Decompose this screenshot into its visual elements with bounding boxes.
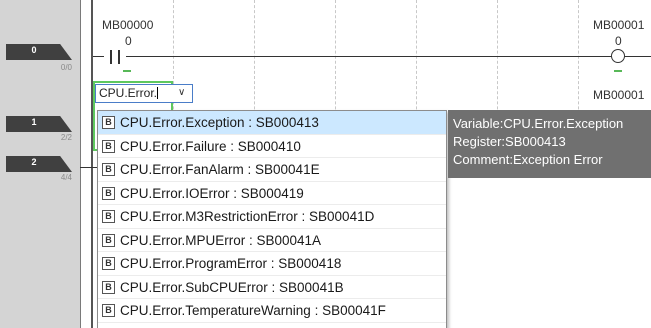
rung-number: 2 [31,157,37,167]
autocomplete-item[interactable]: B CPU.Error.Failure : SB000410 [98,135,446,158]
autocomplete-item[interactable]: B CPU.Error.IOError : SB000419 [98,182,446,205]
autocomplete-item[interactable]: B CPU.Error.ProgramError : SB000418 [98,252,446,276]
autocomplete-item-label: CPU.Error.TemperatureWarning : SB00041F [120,303,386,318]
coil-status-indicator [614,70,622,72]
bit-variable-icon: B [102,186,115,200]
contact-status-indicator [123,70,131,72]
bit-variable-icon: B [102,304,115,317]
autocomplete-dropdown[interactable]: B CPU.Error.Exception : SB000413 B CPU.E… [97,110,447,328]
bit-variable-icon: B [102,139,115,153]
coil-current-value: 0 [615,34,622,48]
coil-icon[interactable] [611,49,625,63]
ladder-left-rail [91,0,93,328]
contact-current-value: 0 [125,34,132,48]
autocomplete-item-label: CPU.Error.Failure : SB000410 [120,138,301,154]
bit-variable-icon: B [102,163,115,176]
tooltip-comment: Comment:Exception Error [453,152,603,167]
autocomplete-item-label: CPU.Error.SubCPUError : SB00041B [120,279,344,295]
rung-tag-1[interactable]: 1 [6,116,72,132]
normally-open-contact-icon[interactable] [104,50,126,64]
rung-wire [126,56,625,57]
autocomplete-item-label: CPU.Error.MPUError : SB00041A [120,232,322,248]
rung-step: 0/0 [60,63,72,72]
rung-number: 1 [31,117,37,127]
rung-tag-2[interactable]: 2 [6,156,72,172]
rung-wire [625,56,651,57]
autocomplete-item[interactable]: B CPU.Error.MPUError : SB00041A [98,229,446,252]
autocomplete-item[interactable]: B CPU.Error.FanAlarm : SB00041E [98,158,446,182]
bit-variable-icon: B [102,280,115,294]
autocomplete-item-label: CPU.Error.M3RestrictionError : SB00041D [120,209,375,224]
rung-step: 4/4 [60,173,72,182]
variable-info-tooltip: Variable:CPU.Error.Exception Register:SB… [448,110,651,178]
coil-operand-label[interactable]: MB00001 [593,88,644,102]
autocomplete-item[interactable]: B CPU.Error.TemperatureWarning : SB00041… [98,299,446,323]
rung-wire [93,56,104,57]
rung-wire [80,167,98,168]
autocomplete-item-label: CPU.Error.FanAlarm : SB00041E [120,162,320,177]
bit-variable-icon: B [102,233,115,247]
autocomplete-item-label: CPU.Error.ProgramError : SB000418 [120,256,342,271]
bit-variable-icon: B [102,210,115,223]
tooltip-register: Register:SB000413 [453,134,566,149]
autocomplete-item[interactable]: B CPU.Error.M3RestrictionError : SB00041… [98,205,446,229]
tooltip-variable: Variable:CPU.Error.Exception [453,116,624,131]
autocomplete-item-label: CPU.Error.IOError : SB000419 [120,185,304,201]
bit-variable-icon: B [102,116,115,129]
autocomplete-item[interactable]: B CPU.Error.Exception : SB000413 [98,111,446,135]
autocomplete-item-label: CPU.Error.Exception : SB000413 [120,115,319,130]
coil-operand-label[interactable]: MB00001 [593,18,644,32]
gutter-divider [80,0,81,328]
rung-tag-0[interactable]: 0 [6,44,72,60]
autocomplete-item[interactable]: B CPU.Error.SubCPUError : SB00041B [98,276,446,299]
chevron-down-icon[interactable]: ∨ [178,87,185,98]
bit-variable-icon: B [102,257,115,270]
contact-operand-label[interactable]: MB00000 [102,18,153,32]
rung-step: 2/2 [60,133,72,142]
rung-number: 0 [31,45,37,55]
operand-input-text: CPU.Error. [99,86,158,100]
text-caret [157,87,159,99]
